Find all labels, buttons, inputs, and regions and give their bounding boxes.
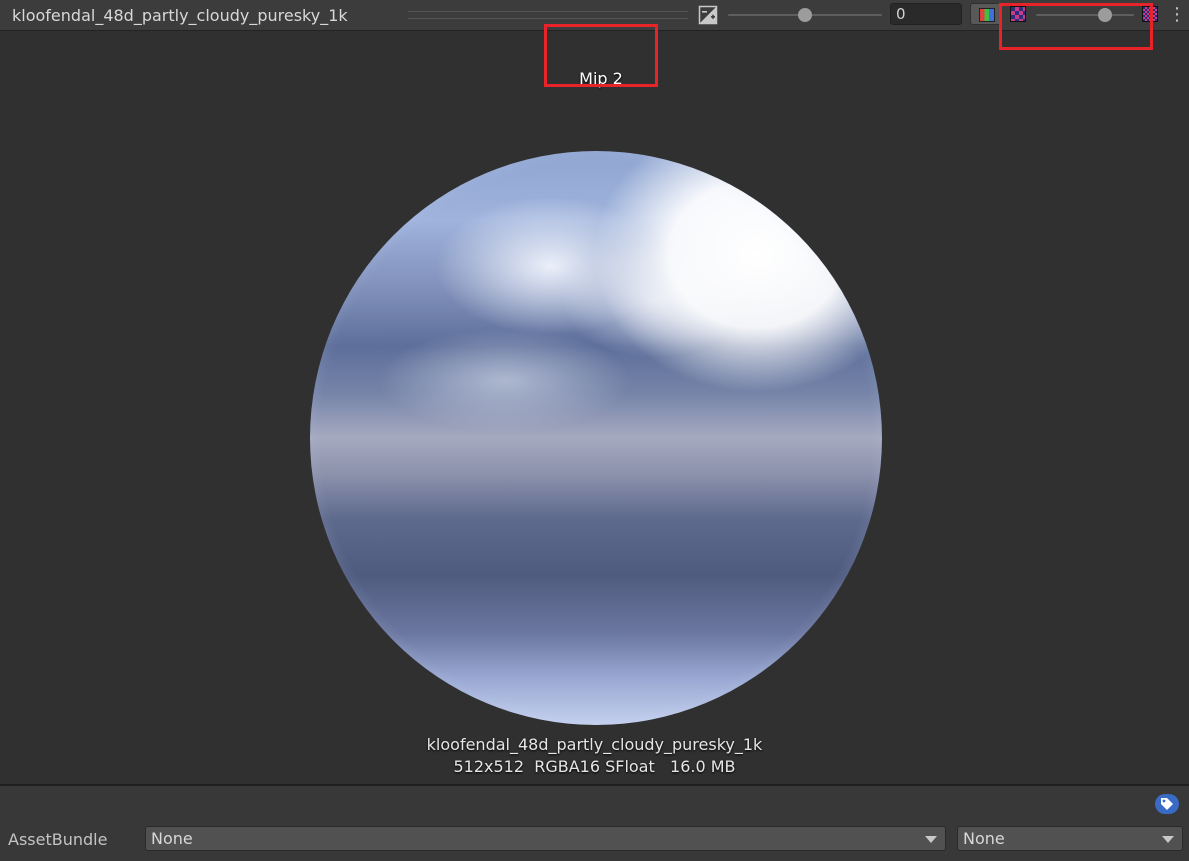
highlight-mip-slider <box>999 3 1153 50</box>
toolbar-drag-area <box>408 11 688 19</box>
chevron-down-icon <box>925 836 937 843</box>
exposure-slider-thumb[interactable] <box>798 8 812 22</box>
skybox-sphere-preview[interactable] <box>310 151 882 725</box>
exposure-value-field[interactable]: 0 <box>890 3 962 25</box>
sphere-rim <box>310 151 882 725</box>
exposure-icon[interactable] <box>698 5 718 25</box>
texture-title: kloofendal_48d_partly_cloudy_puresky_1k <box>12 6 348 25</box>
assetbundle-variant-value: None <box>963 829 1005 848</box>
rgb-channels-icon <box>979 8 995 22</box>
assetbundle-label: AssetBundle <box>8 830 108 849</box>
highlight-mip-label <box>544 24 658 87</box>
asset-info-label: 512x512 RGBA16 SFloat 16.0 MB <box>453 757 736 776</box>
assetbundle-variant-dropdown[interactable]: None <box>957 826 1183 851</box>
exposure-slider[interactable] <box>728 5 882 25</box>
more-vertical-icon[interactable]: ⋮ <box>1168 4 1186 26</box>
chevron-down-icon <box>1162 836 1174 843</box>
tag-icon[interactable] <box>1155 794 1179 814</box>
asset-name-label: kloofendal_48d_partly_cloudy_puresky_1k <box>426 735 763 754</box>
assetbundle-name-value: None <box>151 829 193 848</box>
texture-preview-area: Mip 2 kloofendal_48d_partly_cloudy_pures… <box>0 31 1189 784</box>
assetbundle-name-dropdown[interactable]: None <box>145 826 946 851</box>
asset-labels-panel: AssetBundle None None <box>0 786 1189 861</box>
texture-preview-window: kloofendal_48d_partly_cloudy_puresky_1k … <box>0 0 1189 861</box>
channel-select-button[interactable] <box>970 3 1002 25</box>
